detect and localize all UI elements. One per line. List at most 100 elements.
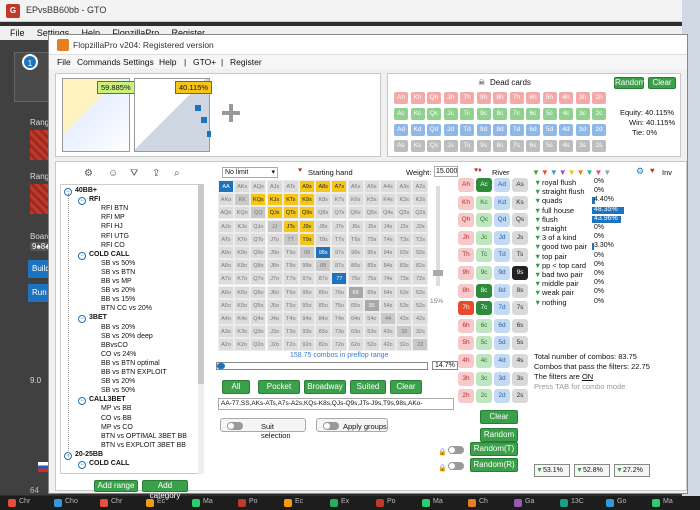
dead-card[interactable]: 3c [575, 108, 590, 120]
hand-cell[interactable]: 55 [363, 298, 380, 312]
hand-cell[interactable]: AKo [218, 193, 234, 207]
hand-cell[interactable]: J9s [299, 219, 315, 233]
hand-cell[interactable]: 86o [315, 285, 332, 299]
hand-cell[interactable]: J4s [380, 219, 396, 233]
river-card[interactable]: 4s [512, 354, 528, 368]
hand-cell[interactable]: 72o [331, 338, 348, 352]
hand-cell[interactable]: 54o [363, 312, 380, 325]
hand-cell[interactable]: ATo [218, 232, 234, 246]
river-card[interactable]: 5s [512, 336, 528, 351]
tree-group[interactable]: RFI [89, 196, 100, 203]
river-card[interactable]: Kh [458, 195, 474, 210]
river-card[interactable]: Js [512, 230, 528, 245]
dead-card[interactable]: 3h [575, 92, 590, 104]
river-card[interactable]: 5h [458, 336, 474, 351]
dead-card[interactable]: 7s [509, 140, 524, 152]
taskbar-app-label[interactable]: Cho [65, 498, 78, 505]
river-card[interactable]: Qh [458, 213, 474, 228]
taskbar-app-label[interactable]: Ma [203, 498, 213, 505]
tree-item[interactable]: RFI CO [101, 242, 125, 249]
hand-cell[interactable]: Q2s [412, 206, 429, 220]
tree-expander-icon[interactable]: − [78, 397, 86, 406]
hand-cell[interactable]: 92s [412, 246, 429, 259]
taskbar-app-icon[interactable] [238, 499, 246, 507]
hand-cell[interactable]: J9o [266, 246, 283, 259]
hand-cell[interactable]: 54s [380, 298, 396, 312]
range-slider[interactable] [216, 362, 428, 370]
taskbar-app-icon[interactable] [468, 499, 476, 507]
hand-cell[interactable]: QJs [266, 206, 283, 220]
hand-cell[interactable]: 84o [315, 312, 332, 325]
hand-cell[interactable]: 63s [396, 285, 413, 299]
river-card[interactable]: Qs [512, 213, 528, 228]
hand-cell[interactable]: A3o [218, 325, 234, 339]
hand-cell[interactable]: 65o [347, 298, 364, 312]
tree-item[interactable]: BB vs BTN EXPLOIT [101, 369, 167, 376]
toggle-switch[interactable] [323, 422, 339, 430]
taskbar-app-icon[interactable] [422, 499, 430, 507]
river-random-button[interactable]: Random [480, 428, 518, 442]
river-card[interactable]: 4c [476, 354, 492, 368]
river-card[interactable]: Qc [476, 213, 492, 228]
tree-item[interactable]: CO vs 24% [101, 351, 136, 358]
hand-cell[interactable]: T3s [396, 232, 413, 246]
taskbar-app-icon[interactable] [652, 499, 660, 507]
hand-cell[interactable]: T4o [282, 312, 299, 325]
hand-cell[interactable]: 66 [347, 285, 364, 299]
river-card[interactable]: Kc [476, 195, 492, 210]
hand-cell[interactable]: 73o [331, 325, 348, 339]
hand-cell[interactable]: 85s [363, 259, 380, 273]
hand-cell[interactable]: K8s [315, 193, 332, 207]
export-icon[interactable]: ⇪ [152, 168, 160, 179]
tree-expander-icon[interactable]: − [78, 197, 86, 206]
river-card[interactable]: Th [458, 248, 474, 263]
filter-triangle-icon[interactable]: ▼ [534, 215, 541, 224]
hand-cell[interactable]: 95o [299, 298, 315, 312]
dead-card[interactable]: 4c [559, 108, 573, 120]
hand-cell[interactable]: KQs [250, 193, 267, 207]
river-card[interactable]: 2d [494, 389, 510, 404]
hand-cell[interactable]: K2o [234, 338, 251, 352]
hand-cell[interactable]: 76s [347, 272, 364, 286]
hand-cell[interactable]: A4o [218, 312, 234, 325]
taskbar-app-icon[interactable] [606, 499, 614, 507]
dead-card[interactable]: Ac [394, 108, 408, 120]
hand-cell[interactable]: 75o [331, 298, 348, 312]
hand-cell[interactable]: 86s [347, 259, 364, 273]
hand-cell[interactable]: QJo [250, 219, 267, 233]
dead-card[interactable]: 6h [526, 92, 540, 104]
dead-card[interactable]: 3s [575, 140, 590, 152]
dead-card[interactable]: 7c [509, 108, 524, 120]
tree-item[interactable]: BB vs BTN optimal [101, 360, 160, 367]
menu-register[interactable]: Register [230, 57, 262, 67]
hand-cell[interactable]: 52s [412, 298, 429, 312]
hand-cell[interactable]: T8s [315, 232, 332, 246]
range-thumb-1[interactable]: 59.885% [62, 78, 135, 152]
tree-expander-icon[interactable]: − [78, 315, 86, 324]
hand-cell[interactable]: Q4s [380, 206, 396, 220]
tree-item[interactable]: RFI BTN [101, 205, 128, 212]
range-thumb-2[interactable]: 40.115% [134, 78, 213, 152]
dead-card[interactable]: Ks [410, 140, 425, 152]
range-slider-thumb[interactable] [217, 363, 225, 369]
hand-cell[interactable]: 43o [380, 325, 396, 339]
tree-expander-icon[interactable]: − [78, 461, 86, 469]
dead-card[interactable]: 2h [592, 92, 606, 104]
river-card[interactable]: Ts [512, 248, 528, 263]
river-card[interactable]: Ah [458, 178, 474, 192]
river-card[interactable]: Qd [494, 213, 510, 228]
dead-card[interactable]: As [394, 140, 408, 152]
dead-card[interactable]: 8c [493, 108, 507, 120]
hand-cell[interactable]: J7o [266, 272, 283, 286]
hand-cell[interactable]: J6s [347, 219, 364, 233]
hand-cell[interactable]: 53o [363, 325, 380, 339]
dead-card[interactable]: 6c [526, 108, 540, 120]
river-card[interactable]: 9d [494, 266, 510, 280]
dead-card[interactable]: Td [460, 124, 474, 136]
hand-cell[interactable]: 82o [315, 338, 332, 352]
hand-cell[interactable]: TT [282, 232, 299, 246]
hand-cell[interactable]: JJ [266, 219, 283, 233]
hand-cell[interactable]: 87s [331, 259, 348, 273]
tree-group[interactable]: CALL3BET [89, 396, 126, 403]
hand-cell[interactable]: J5s [363, 219, 380, 233]
